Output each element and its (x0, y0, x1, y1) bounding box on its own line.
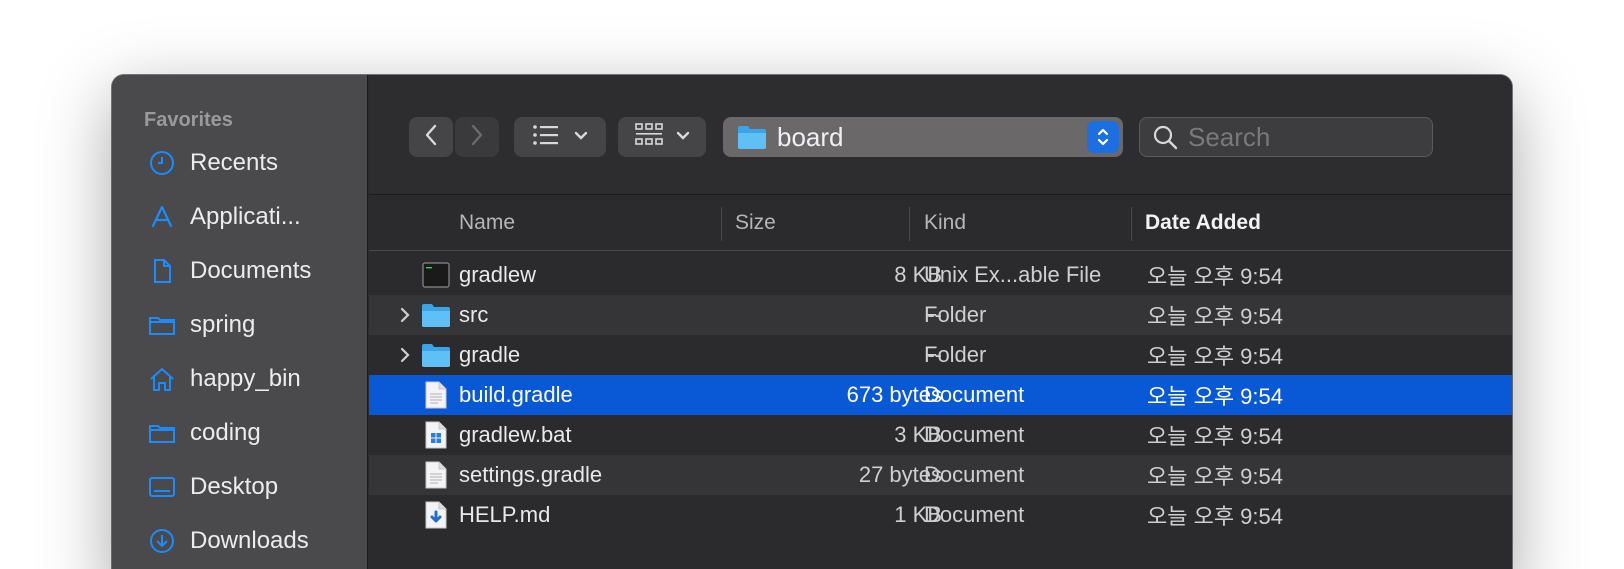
file-name: gradle (459, 342, 521, 367)
column-header-size[interactable]: Size (735, 195, 776, 251)
grid-group-icon (634, 122, 664, 153)
sidebar-item-recents[interactable]: Recents (148, 143, 358, 183)
sidebar-item-downloads[interactable]: Downloads (148, 521, 358, 561)
table-row[interactable]: gradlew.bat 3 KB Document 오늘 오후 9:54 (369, 415, 1512, 455)
folder-icon (148, 419, 176, 447)
sidebar-item-coding[interactable]: coding (148, 413, 358, 453)
clock-icon (148, 149, 176, 177)
main-area: board Name Size Kind Date Added (369, 75, 1512, 569)
folder-icon (421, 340, 451, 370)
file-kind: Folder (924, 342, 987, 367)
table-row[interactable]: settings.gradle 27 bytes Document 오늘 오후 … (369, 455, 1512, 495)
file-date-added: 오늘 오후 9:54 (1147, 384, 1284, 409)
file-list: gradlew 8 KB Unix Ex...able File 오늘 오후 9… (369, 255, 1512, 535)
folder-icon (421, 300, 451, 330)
table-row[interactable]: gradlew 8 KB Unix Ex...able File 오늘 오후 9… (369, 255, 1512, 295)
sidebar-heading: Favorites (144, 109, 233, 131)
sidebar-item-desktop[interactable]: Desktop (148, 467, 358, 507)
list-view-icon (532, 124, 560, 151)
path-popup[interactable]: board (723, 117, 1123, 157)
column-divider (1131, 207, 1132, 241)
sidebar-item-documents[interactable]: Documents (148, 251, 358, 291)
table-row[interactable]: gradle -- Folder 오늘 오후 9:54 (369, 335, 1512, 375)
file-name: gradlew (459, 262, 537, 287)
sidebar-item-applications[interactable]: Applicati... (148, 197, 358, 237)
file-kind: Document (924, 462, 1025, 487)
table-row[interactable]: HELP.md 1 KB Document 오늘 오후 9:54 (369, 495, 1512, 535)
disclosure-triangle-icon[interactable] (399, 295, 411, 335)
file-name: settings.gradle (459, 462, 603, 487)
chevron-down-icon (676, 128, 690, 146)
file-kind: Document (924, 382, 1025, 407)
group-by-button[interactable] (618, 117, 706, 157)
home-icon (148, 365, 176, 393)
file-name: HELP.md (459, 502, 551, 527)
terminal-file-icon (421, 260, 451, 290)
applications-icon (148, 203, 176, 231)
column-header-bar: Name Size Kind Date Added (369, 195, 1512, 251)
chevron-left-icon (423, 123, 439, 152)
view-mode-button[interactable] (514, 117, 606, 157)
windows-file-icon (421, 420, 451, 450)
file-date-added: 오늘 오후 9:54 (1147, 504, 1284, 529)
file-kind: Folder (924, 302, 987, 327)
sidebar: Favorites Recents Applicati... Documents… (112, 75, 368, 569)
table-row[interactable]: src -- Folder 오늘 오후 9:54 (369, 295, 1512, 335)
file-kind: Document (924, 422, 1025, 447)
markdown-file-icon (421, 500, 451, 530)
sidebar-item-label: coding (190, 419, 261, 446)
folder-icon (737, 124, 767, 150)
toolbar: board (369, 75, 1512, 195)
finder-window: Favorites Recents Applicati... Documents… (112, 75, 1512, 569)
file-date-added: 오늘 오후 9:54 (1147, 464, 1284, 489)
popup-stepper-icon (1087, 121, 1119, 153)
desktop-icon (148, 473, 176, 501)
chevron-right-icon (469, 123, 485, 152)
sidebar-item-label: Downloads (190, 527, 309, 554)
column-divider (721, 207, 722, 241)
folder-icon (148, 311, 176, 339)
file-kind: Document (924, 502, 1025, 527)
search-field[interactable] (1139, 117, 1433, 157)
file-kind: Unix Ex...able File (924, 262, 1102, 287)
document-icon (421, 460, 451, 490)
sidebar-item-label: Recents (190, 149, 279, 176)
forward-button[interactable] (455, 117, 499, 157)
document-icon (421, 380, 451, 410)
back-button[interactable] (409, 117, 453, 157)
file-date-added: 오늘 오후 9:54 (1147, 424, 1284, 449)
sidebar-item-label: Desktop (190, 473, 279, 500)
path-label: board (777, 121, 844, 152)
search-icon (1152, 124, 1178, 150)
file-date-added: 오늘 오후 9:54 (1147, 304, 1284, 329)
sidebar-item-label: Applicati... (190, 203, 301, 230)
table-row-selected[interactable]: build.gradle 673 bytes Document 오늘 오후 9:… (369, 375, 1512, 415)
document-icon (148, 257, 176, 285)
disclosure-triangle-icon[interactable] (399, 335, 411, 375)
file-name: gradlew.bat (459, 422, 572, 447)
sidebar-item-label: spring (190, 311, 256, 338)
file-date-added: 오늘 오후 9:54 (1147, 264, 1284, 289)
sidebar-item-label: Documents (190, 257, 312, 284)
column-divider (909, 207, 910, 241)
column-header-date-added[interactable]: Date Added (1145, 195, 1261, 251)
search-input[interactable] (1188, 121, 1408, 153)
download-icon (148, 527, 176, 555)
chevron-down-icon (574, 128, 588, 146)
file-name: build.gradle (459, 382, 573, 407)
sidebar-item-label: happy_bin (190, 365, 301, 392)
file-name: src (459, 302, 489, 327)
sidebar-item-happy-bin[interactable]: happy_bin (148, 359, 358, 399)
sidebar-item-spring[interactable]: spring (148, 305, 358, 345)
column-header-kind[interactable]: Kind (924, 195, 966, 251)
file-date-added: 오늘 오후 9:54 (1147, 344, 1284, 369)
column-header-name[interactable]: Name (459, 195, 515, 251)
